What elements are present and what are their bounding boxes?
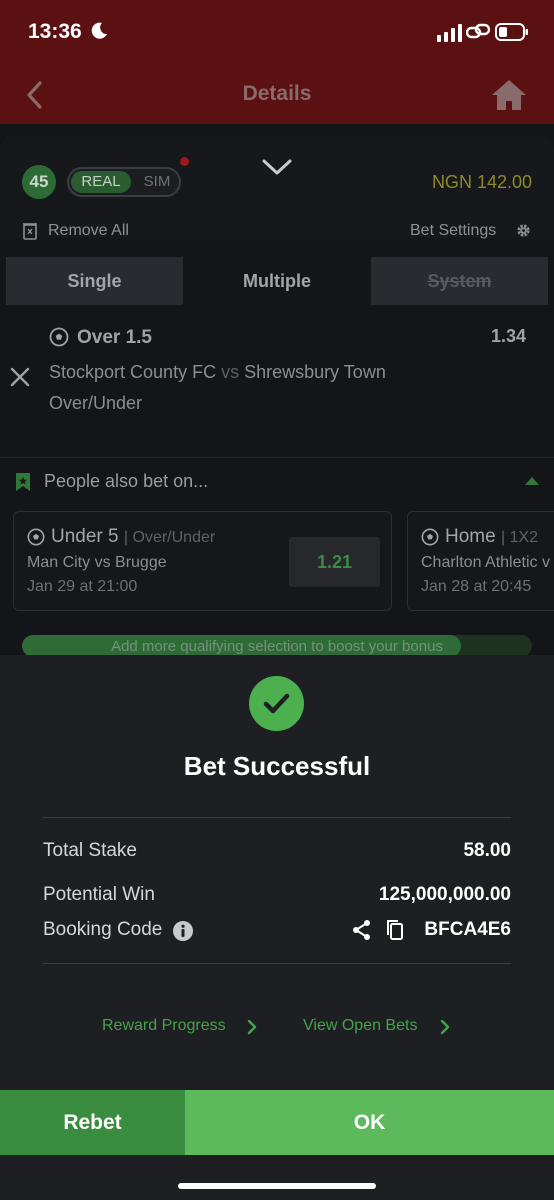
toggle-sim[interactable]: SIM <box>137 171 177 193</box>
potential-win-value: 125,000,000.00 <box>378 884 511 905</box>
bookmark-icon <box>16 473 30 491</box>
suggestion-card[interactable]: Home | 1X2 Charlton Athletic v Jan 28 at… <box>407 511 554 611</box>
soccer-ball-icon <box>421 528 439 546</box>
home-team: Stockport County FC <box>49 362 217 382</box>
suggestion-pick: Under 5 | Over/Under <box>51 526 216 547</box>
away-team: Shrewsbury Town <box>244 362 386 382</box>
remove-all-button[interactable]: Remove All <box>48 222 129 240</box>
divider <box>43 817 511 818</box>
suggestion-time: Jan 28 at 20:45 <box>421 578 532 595</box>
rebet-button[interactable]: Rebet <box>0 1090 185 1155</box>
tab-system[interactable]: System <box>371 257 548 305</box>
suggestion-pick-label: Under 5 <box>51 526 119 547</box>
bonus-boost-bar: Add more qualifying selection to boost y… <box>22 635 532 657</box>
selection-teams: Stockport County FC vs Shrewsbury Town <box>49 362 386 383</box>
selection-odds: 1.34 <box>490 326 526 346</box>
battery-icon <box>495 23 528 41</box>
home-indicator <box>178 1183 376 1189</box>
reward-progress-link[interactable]: Reward Progress <box>102 1017 226 1035</box>
booking-code-value[interactable]: BFCA4E6 <box>424 919 511 941</box>
success-title: Bet Successful <box>183 751 371 781</box>
selection-market-type: Over/Under <box>49 393 143 413</box>
ok-button[interactable]: OK <box>185 1090 554 1155</box>
info-icon[interactable] <box>172 920 194 942</box>
status-bar: 13:36 <box>0 0 554 66</box>
suggestion-market: 1X2 <box>509 529 539 546</box>
trash-icon[interactable] <box>22 221 38 240</box>
potential-win-label: Potential Win <box>43 884 155 905</box>
balance: NGN 142.00 <box>431 172 532 192</box>
page-title: Details <box>242 82 312 105</box>
moon-icon <box>91 22 107 39</box>
close-icon[interactable] <box>9 366 31 388</box>
vs-label: vs <box>221 362 240 382</box>
tab-multiple[interactable]: Multiple <box>191 257 363 305</box>
selection-market-pick: Over 1.5 <box>77 327 152 348</box>
copy-icon[interactable] <box>384 919 404 941</box>
toggle-real[interactable]: REAL <box>71 171 131 193</box>
chevron-right-icon[interactable] <box>440 1019 450 1035</box>
checkmark-icon <box>263 693 290 714</box>
total-stake-value: 58.00 <box>463 840 511 861</box>
chevron-right-icon[interactable] <box>247 1019 257 1035</box>
people-also-bet-title: People also bet on... <box>44 471 209 491</box>
caret-up-icon[interactable] <box>524 476 540 486</box>
top-bar: Details <box>0 66 554 124</box>
bet-settings-button[interactable]: Bet Settings <box>410 222 496 240</box>
gear-icon[interactable] <box>516 223 531 238</box>
share-icon[interactable] <box>352 919 372 941</box>
total-stake-label: Total Stake <box>43 840 137 861</box>
view-open-bets-link[interactable]: View Open Bets <box>303 1017 417 1035</box>
selection-count-badge: 45 <box>22 165 56 199</box>
soccer-ball-icon <box>27 528 45 546</box>
suggestion-teams: Man City vs Brugge <box>27 554 167 571</box>
suggestion-odds-button[interactable]: 1.21 <box>289 537 380 587</box>
bet-success-sheet: Bet Successful Total Stake 58.00 Potenti… <box>0 655 554 1200</box>
suggestion-pick-label: Home <box>445 526 496 547</box>
divider <box>0 457 554 458</box>
status-time: 13:36 <box>28 20 82 43</box>
link-icon <box>466 23 490 39</box>
notification-dot <box>180 157 189 166</box>
bonus-boost-text: Add more qualifying selection to boost y… <box>111 638 443 655</box>
divider <box>43 963 511 964</box>
chevron-down-icon[interactable] <box>260 156 294 178</box>
cellular-signal-icon <box>437 24 462 42</box>
booking-code-label: Booking Code <box>43 919 163 940</box>
suggestion-pick: Home | 1X2 <box>445 526 539 547</box>
suggestion-market: Over/Under <box>132 529 216 546</box>
suggestion-card[interactable]: Under 5 | Over/Under Man City vs Brugge … <box>13 511 392 611</box>
success-badge <box>249 676 304 731</box>
soccer-ball-icon <box>49 327 69 347</box>
real-sim-toggle[interactable]: REAL SIM <box>67 167 181 197</box>
home-icon[interactable] <box>490 78 528 112</box>
tab-single[interactable]: Single <box>6 257 183 305</box>
suggestion-teams: Charlton Athletic v <box>421 554 550 571</box>
suggestion-time: Jan 29 at 21:00 <box>27 578 138 595</box>
